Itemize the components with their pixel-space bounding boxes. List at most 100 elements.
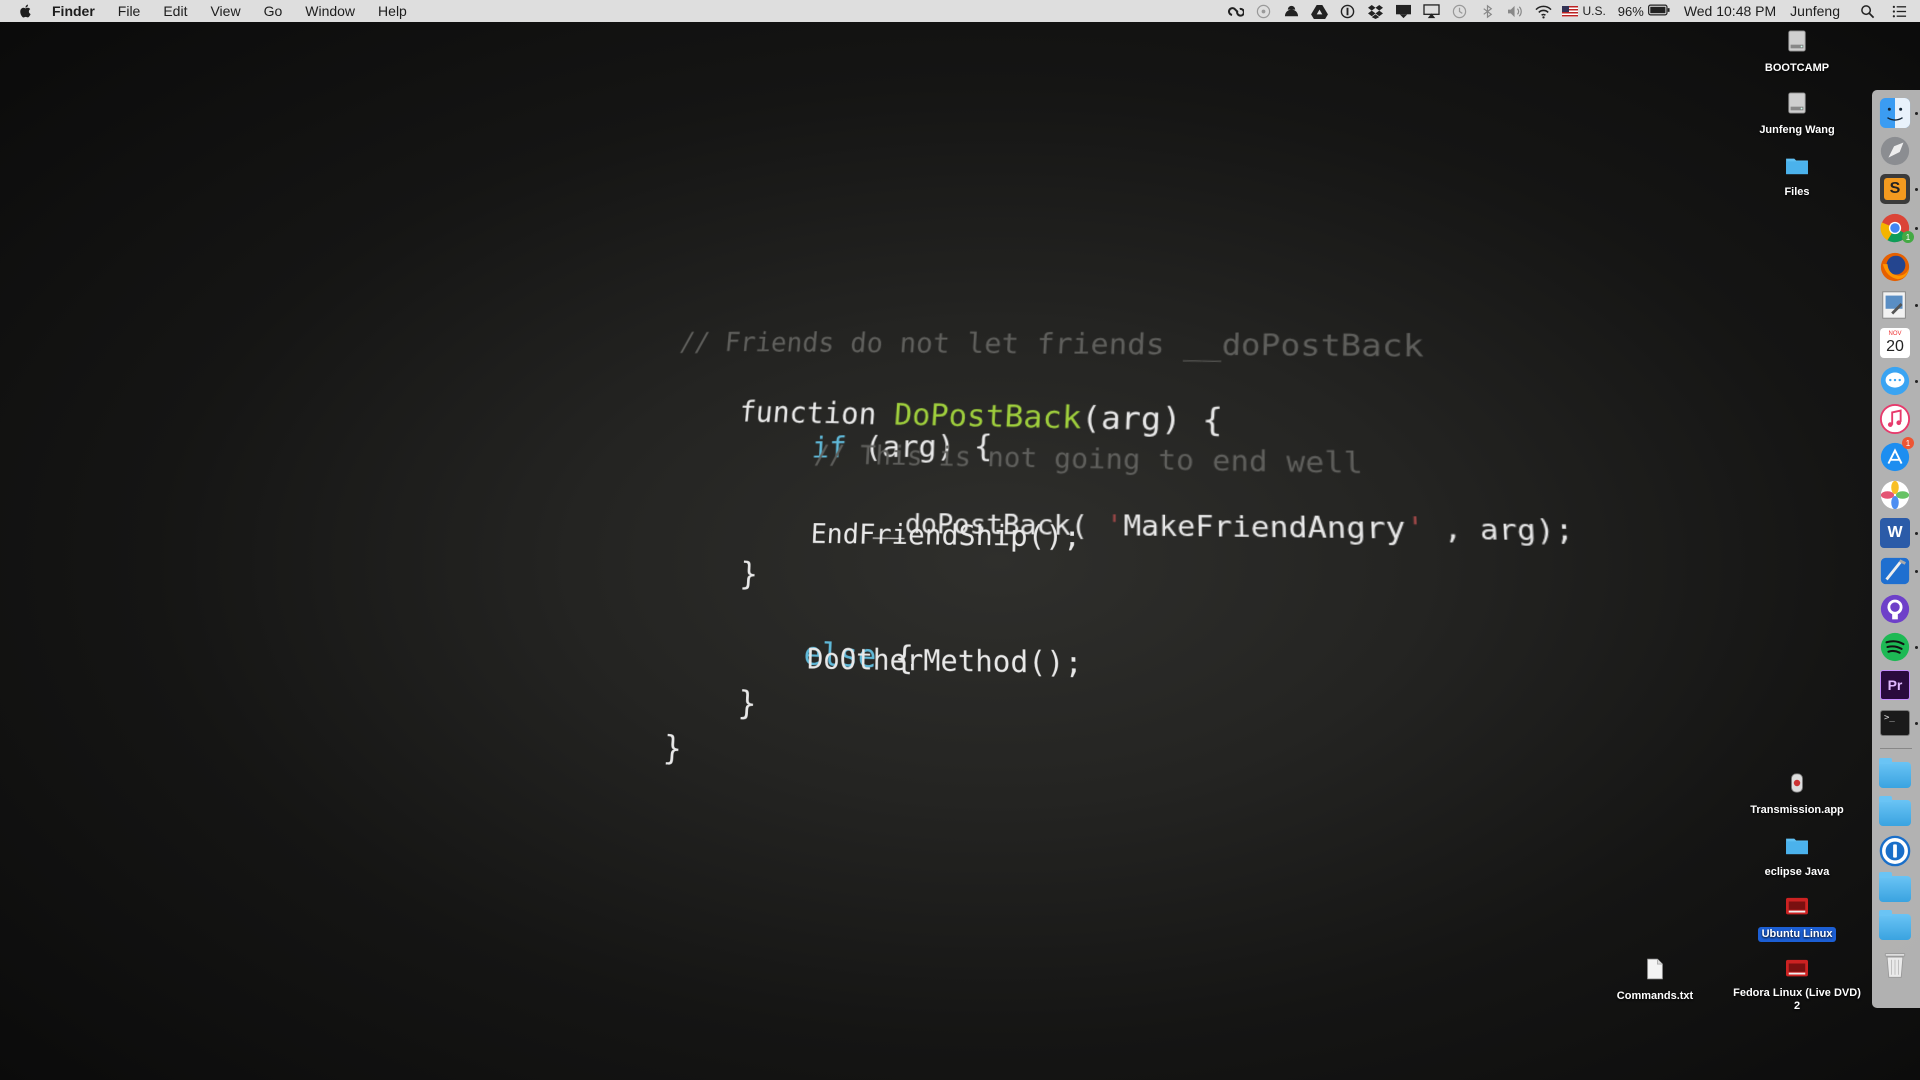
menu-view[interactable]: View bbox=[210, 0, 240, 22]
word-icon: W bbox=[1880, 518, 1910, 548]
google-drive-icon[interactable] bbox=[1310, 3, 1328, 19]
menu-edit[interactable]: Edit bbox=[163, 0, 187, 22]
dropbox-icon[interactable] bbox=[1366, 3, 1384, 19]
desktop-icon-bootcamp[interactable]: BOOTCAMP bbox=[1727, 28, 1867, 76]
running-indicator bbox=[1915, 112, 1918, 115]
running-indicator bbox=[1915, 227, 1918, 230]
dock: S 1 NOV 20 1 W Pr >_ bbox=[1872, 90, 1920, 1008]
folder-icon bbox=[1879, 876, 1911, 902]
calendar-icon: NOV 20 bbox=[1880, 328, 1910, 358]
code-close-brace-2: } bbox=[737, 683, 757, 722]
dock-finder[interactable] bbox=[1878, 96, 1912, 130]
menu-window[interactable]: Window bbox=[305, 0, 355, 22]
desktop-icon-label: eclipse Java bbox=[1761, 865, 1834, 880]
apple-menu-icon[interactable] bbox=[18, 2, 36, 20]
desktop-icon-ubuntu-linux[interactable]: Ubuntu Linux bbox=[1727, 894, 1867, 942]
code-close-brace-1: } bbox=[739, 555, 759, 592]
status-area: U.S. 96% Wed 10:48 PM Junfeng bbox=[1226, 0, 1920, 22]
us-flag-icon bbox=[1562, 6, 1578, 17]
folder-icon bbox=[1879, 800, 1911, 826]
desktop-icon-label: Fedora Linux (Live DVD) 2 bbox=[1729, 986, 1865, 1014]
code-args: , arg); bbox=[1425, 514, 1575, 547]
running-indicator bbox=[1915, 722, 1918, 725]
notification-center-icon[interactable] bbox=[1890, 3, 1908, 19]
folder-icon bbox=[1784, 152, 1810, 178]
menu-app-finder[interactable]: Finder bbox=[52, 0, 95, 22]
dock-github-desktop[interactable] bbox=[1878, 592, 1912, 626]
folder-icon bbox=[1879, 762, 1911, 788]
terminal-icon: >_ bbox=[1880, 710, 1910, 736]
desktop-icon-label-selected: Ubuntu Linux bbox=[1758, 927, 1837, 942]
itunes-icon bbox=[1879, 403, 1911, 435]
dock-itunes[interactable] bbox=[1878, 402, 1912, 436]
creative-cloud-icon[interactable] bbox=[1226, 3, 1244, 19]
dock-folder-4[interactable] bbox=[1878, 910, 1912, 944]
1password-app-icon bbox=[1879, 835, 1911, 867]
user-menu[interactable]: Junfeng bbox=[1790, 3, 1840, 19]
dock-preview[interactable] bbox=[1878, 288, 1912, 322]
desktop-icon-files[interactable]: Files bbox=[1727, 152, 1867, 200]
code-doothermethod-line: DoOtherMethod(); bbox=[807, 642, 1083, 681]
menu-help[interactable]: Help bbox=[378, 0, 407, 22]
desktop-icon-junfeng-wang[interactable]: Junfeng Wang bbox=[1727, 90, 1867, 138]
dock-terminal[interactable]: >_ bbox=[1878, 706, 1912, 740]
dock-folder-1[interactable] bbox=[1878, 758, 1912, 792]
github-icon bbox=[1879, 593, 1911, 625]
desktop-icon-eclipse-java[interactable]: eclipse Java bbox=[1727, 832, 1867, 880]
preview-icon bbox=[1879, 289, 1911, 321]
dock-spotify[interactable] bbox=[1878, 630, 1912, 664]
dock-sublime-text[interactable]: S bbox=[1878, 172, 1912, 206]
wifi-icon[interactable] bbox=[1534, 3, 1552, 19]
chrome-badge: 1 bbox=[1902, 231, 1914, 243]
dock-xcode[interactable] bbox=[1878, 554, 1912, 588]
dock-google-chrome[interactable]: 1 bbox=[1878, 211, 1912, 245]
menu-file[interactable]: File bbox=[118, 0, 141, 22]
running-indicator bbox=[1915, 532, 1918, 535]
dock-calendar[interactable]: NOV 20 bbox=[1878, 326, 1912, 360]
premiere-icon: Pr bbox=[1880, 670, 1910, 700]
running-indicator bbox=[1915, 570, 1918, 573]
volume-icon[interactable] bbox=[1506, 3, 1524, 19]
clock[interactable]: Wed 10:48 PM bbox=[1684, 3, 1776, 19]
desktop-icon-fedora-linux[interactable]: Fedora Linux (Live DVD) 2 bbox=[1727, 956, 1867, 1014]
spotify-icon bbox=[1879, 631, 1911, 663]
dock-messages[interactable] bbox=[1878, 364, 1912, 398]
spotlight-search-icon[interactable] bbox=[1858, 3, 1876, 19]
battery-menu[interactable]: 96% bbox=[1618, 3, 1670, 19]
menu-go[interactable]: Go bbox=[264, 0, 283, 22]
launchpad-icon bbox=[1879, 135, 1911, 167]
bluetooth-icon[interactable] bbox=[1478, 3, 1496, 19]
disk-icon[interactable] bbox=[1254, 3, 1272, 19]
time-machine-icon[interactable] bbox=[1450, 3, 1468, 19]
desktop-icon-commands-txt[interactable]: Commands.txt bbox=[1585, 956, 1725, 1004]
dock-folder-2[interactable] bbox=[1878, 796, 1912, 830]
desktop-icon-transmission[interactable]: Transmission.app bbox=[1727, 770, 1867, 818]
dock-firefox[interactable] bbox=[1878, 250, 1912, 284]
running-indicator bbox=[1915, 304, 1918, 307]
dock-photos[interactable] bbox=[1878, 478, 1912, 512]
alfred-icon[interactable] bbox=[1282, 3, 1300, 19]
photos-icon bbox=[1879, 479, 1911, 511]
dock-1password[interactable] bbox=[1878, 834, 1912, 868]
dock-trash[interactable] bbox=[1878, 948, 1912, 982]
code-string: MakeFriendAngry bbox=[1123, 510, 1406, 546]
input-source-menu[interactable]: U.S. bbox=[1562, 4, 1605, 18]
airplay-icon[interactable] bbox=[1422, 3, 1440, 19]
dock-app-store[interactable]: 1 bbox=[1878, 440, 1912, 474]
desktop-icon-label: Commands.txt bbox=[1613, 989, 1697, 1004]
notification-icon[interactable] bbox=[1394, 3, 1412, 19]
finder-icon bbox=[1879, 97, 1911, 129]
folder-icon bbox=[1784, 832, 1810, 858]
desktop-icon-label: Transmission.app bbox=[1746, 803, 1848, 818]
code-comment-1: // Friends do not let friends __doPostBa… bbox=[678, 327, 1423, 364]
dock-microsoft-word[interactable]: W bbox=[1878, 516, 1912, 550]
dock-folder-3[interactable] bbox=[1878, 872, 1912, 906]
dock-premiere-pro[interactable]: Pr bbox=[1878, 668, 1912, 702]
input-source-label: U.S. bbox=[1582, 4, 1605, 18]
desktop-icon-label: BOOTCAMP bbox=[1761, 61, 1833, 76]
dock-launchpad[interactable] bbox=[1878, 134, 1912, 168]
xcode-icon bbox=[1879, 555, 1911, 587]
hard-drive-icon bbox=[1784, 90, 1810, 116]
menu-bar: Finder File Edit View Go Window Help U.S… bbox=[0, 0, 1920, 22]
1password-icon[interactable] bbox=[1338, 3, 1356, 19]
